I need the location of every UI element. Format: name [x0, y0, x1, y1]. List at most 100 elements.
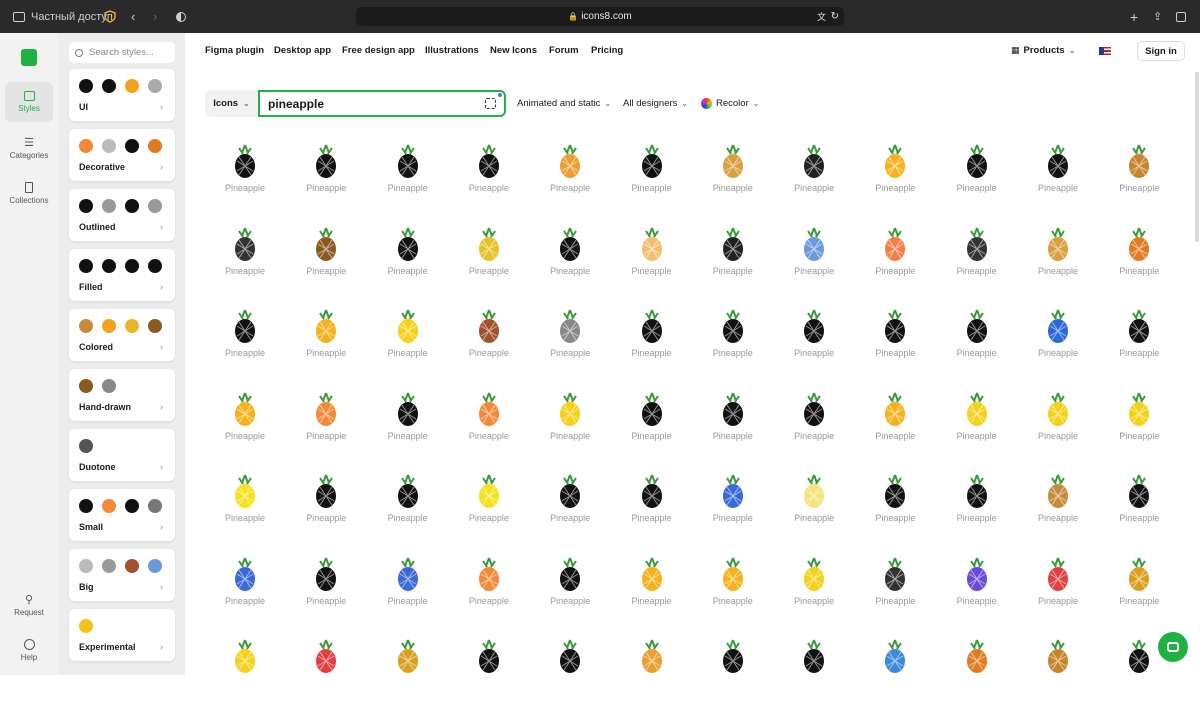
- icon-result-tile[interactable]: Pineapple: [286, 473, 366, 555]
- icon-result-tile[interactable]: Pineapple: [1099, 143, 1179, 225]
- style-card[interactable]: Colored ›: [69, 309, 175, 361]
- address-bar[interactable]: 🔒 icons8.com 文 ↻: [356, 7, 844, 26]
- icon-result-tile[interactable]: [530, 638, 610, 720]
- icon-result-tile[interactable]: Pineapple: [612, 308, 692, 390]
- icon-result-tile[interactable]: [612, 638, 692, 720]
- icon-result-tile[interactable]: Pineapple: [937, 473, 1017, 555]
- reload-icon[interactable]: ↻: [831, 11, 839, 22]
- icon-result-tile[interactable]: Pineapple: [693, 473, 773, 555]
- icon-result-tile[interactable]: Pineapple: [693, 226, 773, 308]
- icon-result-tile[interactable]: Pineapple: [286, 226, 366, 308]
- style-card[interactable]: Filled ›: [69, 249, 175, 301]
- icon-result-tile[interactable]: Pineapple: [368, 556, 448, 638]
- icon-result-tile[interactable]: Pineapple: [1099, 556, 1179, 638]
- icon-result-tile[interactable]: Pineapple: [937, 556, 1017, 638]
- forward-icon[interactable]: ›: [153, 0, 157, 33]
- icon-result-tile[interactable]: Pineapple: [530, 308, 610, 390]
- nav-link-pricing[interactable]: Pricing: [591, 45, 623, 56]
- rail-item-collections[interactable]: Collections: [5, 173, 53, 213]
- icon-result-tile[interactable]: Pineapple: [1099, 308, 1179, 390]
- icon-result-tile[interactable]: Pineapple: [855, 143, 935, 225]
- icon-result-tile[interactable]: Pineapple: [1018, 308, 1098, 390]
- icon-result-tile[interactable]: Pineapple: [1018, 473, 1098, 555]
- scrollbar[interactable]: [1195, 72, 1199, 242]
- nav-link-forum[interactable]: Forum: [549, 45, 579, 56]
- icon-result-tile[interactable]: [1018, 638, 1098, 720]
- rail-item-categories[interactable]: ☰ Categories: [5, 128, 53, 168]
- share-icon[interactable]: ⇪: [1153, 0, 1162, 33]
- icon-result-tile[interactable]: Pineapple: [368, 308, 448, 390]
- icon-result-tile[interactable]: Pineapple: [530, 556, 610, 638]
- translate-icon[interactable]: 文: [817, 10, 826, 23]
- nav-link-new-icons[interactable]: New Icons: [490, 45, 537, 56]
- icon-result-tile[interactable]: Pineapple: [855, 226, 935, 308]
- style-card[interactable]: Experimental ›: [69, 609, 175, 661]
- icon-result-tile[interactable]: Pineapple: [530, 226, 610, 308]
- style-card[interactable]: Small ›: [69, 489, 175, 541]
- style-card[interactable]: Duotone ›: [69, 429, 175, 481]
- icon-result-tile[interactable]: Pineapple: [693, 556, 773, 638]
- rail-item-help[interactable]: Help: [5, 630, 53, 670]
- asset-type-dropdown[interactable]: Icons ⌄: [205, 90, 258, 117]
- icon-result-tile[interactable]: Pineapple: [937, 143, 1017, 225]
- back-icon[interactable]: ‹: [131, 0, 135, 33]
- icon-result-tile[interactable]: Pineapple: [774, 391, 854, 473]
- icon-result-tile[interactable]: Pineapple: [774, 226, 854, 308]
- icon-result-tile[interactable]: Pineapple: [693, 308, 773, 390]
- new-tab-icon[interactable]: +: [1130, 0, 1138, 33]
- icon-result-tile[interactable]: Pineapple: [530, 391, 610, 473]
- designers-filter-dropdown[interactable]: All designers ⌄: [623, 98, 688, 109]
- icon-result-tile[interactable]: Pineapple: [205, 226, 285, 308]
- icon-result-tile[interactable]: Pineapple: [937, 391, 1017, 473]
- icon-result-tile[interactable]: Pineapple: [449, 473, 529, 555]
- icon-result-tile[interactable]: [774, 638, 854, 720]
- animation-filter-dropdown[interactable]: Animated and static ⌄: [517, 98, 611, 109]
- nav-link-free-design-app[interactable]: Free design app: [342, 45, 415, 56]
- icon-result-tile[interactable]: Pineapple: [286, 308, 366, 390]
- icon-result-tile[interactable]: Pineapple: [855, 391, 935, 473]
- icon-result-tile[interactable]: Pineapple: [205, 556, 285, 638]
- icon-result-tile[interactable]: Pineapple: [205, 308, 285, 390]
- icon-result-tile[interactable]: Pineapple: [1018, 391, 1098, 473]
- icon-result-tile[interactable]: Pineapple: [612, 473, 692, 555]
- icon-result-tile[interactable]: Pineapple: [693, 391, 773, 473]
- icon-result-tile[interactable]: Pineapple: [530, 143, 610, 225]
- icon-result-tile[interactable]: [368, 638, 448, 720]
- nav-link-illustrations[interactable]: Illustrations: [425, 45, 479, 56]
- rail-item-styles[interactable]: Styles: [5, 82, 53, 122]
- rail-item-request[interactable]: ⚲ Request: [5, 585, 53, 625]
- icon-result-tile[interactable]: [937, 638, 1017, 720]
- icon-result-tile[interactable]: [449, 638, 529, 720]
- icon-result-tile[interactable]: Pineapple: [368, 226, 448, 308]
- icon-result-tile[interactable]: Pineapple: [449, 308, 529, 390]
- style-card[interactable]: Outlined ›: [69, 189, 175, 241]
- icon-result-tile[interactable]: Pineapple: [612, 143, 692, 225]
- icon-result-tile[interactable]: Pineapple: [368, 473, 448, 555]
- icon-result-tile[interactable]: Pineapple: [1099, 473, 1179, 555]
- icons8-logo[interactable]: [21, 49, 37, 66]
- icon-result-tile[interactable]: [205, 638, 285, 720]
- style-search-input[interactable]: Search styles...: [69, 42, 175, 63]
- icon-result-tile[interactable]: Pineapple: [286, 143, 366, 225]
- icon-result-tile[interactable]: Pineapple: [286, 391, 366, 473]
- chat-button[interactable]: [1158, 632, 1188, 662]
- products-dropdown[interactable]: ▦ Products ⌄: [1011, 45, 1075, 56]
- icon-result-tile[interactable]: Pineapple: [612, 226, 692, 308]
- icon-result-tile[interactable]: Pineapple: [774, 308, 854, 390]
- sidebar-toggle[interactable]: Частный доступ: [13, 0, 113, 33]
- icon-result-tile[interactable]: Pineapple: [612, 556, 692, 638]
- icon-result-tile[interactable]: Pineapple: [937, 308, 1017, 390]
- flag-icon[interactable]: [1099, 47, 1111, 55]
- sign-in-button[interactable]: Sign in: [1137, 41, 1185, 61]
- privacy-icon[interactable]: [176, 0, 186, 33]
- icon-result-tile[interactable]: Pineapple: [449, 556, 529, 638]
- style-card[interactable]: Hand-drawn ›: [69, 369, 175, 421]
- icon-result-tile[interactable]: Pineapple: [612, 391, 692, 473]
- style-card[interactable]: UI ›: [69, 69, 175, 121]
- image-search-icon[interactable]: [485, 98, 496, 109]
- icon-result-tile[interactable]: Pineapple: [1099, 226, 1179, 308]
- icon-result-tile[interactable]: Pineapple: [1018, 556, 1098, 638]
- icon-result-tile[interactable]: Pineapple: [693, 143, 773, 225]
- style-card[interactable]: Decorative ›: [69, 129, 175, 181]
- icon-result-tile[interactable]: Pineapple: [855, 556, 935, 638]
